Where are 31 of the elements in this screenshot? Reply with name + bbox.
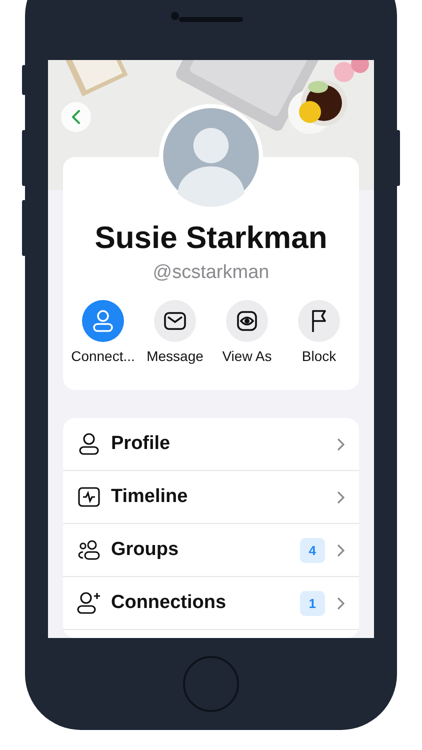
person-plus-icon — [77, 591, 101, 615]
menu-label: Profile — [111, 433, 172, 455]
back-chevron-icon — [71, 110, 81, 124]
count-badge: 1 — [300, 590, 325, 616]
person-icon — [92, 309, 114, 333]
menu-label: Timeline — [111, 486, 189, 508]
action-button[interactable]: View As — [211, 300, 283, 364]
chevron-right-icon — [337, 490, 345, 504]
menu-item[interactable]: Connections 1 — [63, 577, 359, 630]
action-button[interactable]: Block — [283, 300, 355, 364]
chevron-right-icon — [337, 596, 345, 610]
chevron-right-icon — [337, 438, 345, 450]
speaker-grille — [179, 17, 243, 22]
menu-item[interactable]: Groups 4 — [63, 524, 359, 577]
chevron-right-icon — [337, 544, 345, 556]
activity-icon — [77, 486, 101, 508]
menu-item[interactable]: Timeline — [63, 471, 359, 524]
envelope-icon — [163, 311, 187, 331]
count-badge: 4 — [300, 538, 325, 562]
menu-label: Groups — [111, 539, 180, 561]
flag-icon — [309, 309, 329, 333]
action-button[interactable]: Message — [139, 300, 211, 364]
menu-item[interactable]: Profile — [63, 418, 359, 471]
menu-label: Connections — [111, 592, 228, 614]
camera-icon — [171, 12, 179, 20]
people-icon — [77, 539, 101, 561]
profile-name: Susie Starkman — [94, 220, 328, 256]
eye-icon — [236, 310, 258, 332]
profile-handle: @scstarkman — [152, 262, 270, 284]
action-button[interactable]: Connect... — [67, 300, 139, 364]
person-icon — [77, 432, 101, 456]
